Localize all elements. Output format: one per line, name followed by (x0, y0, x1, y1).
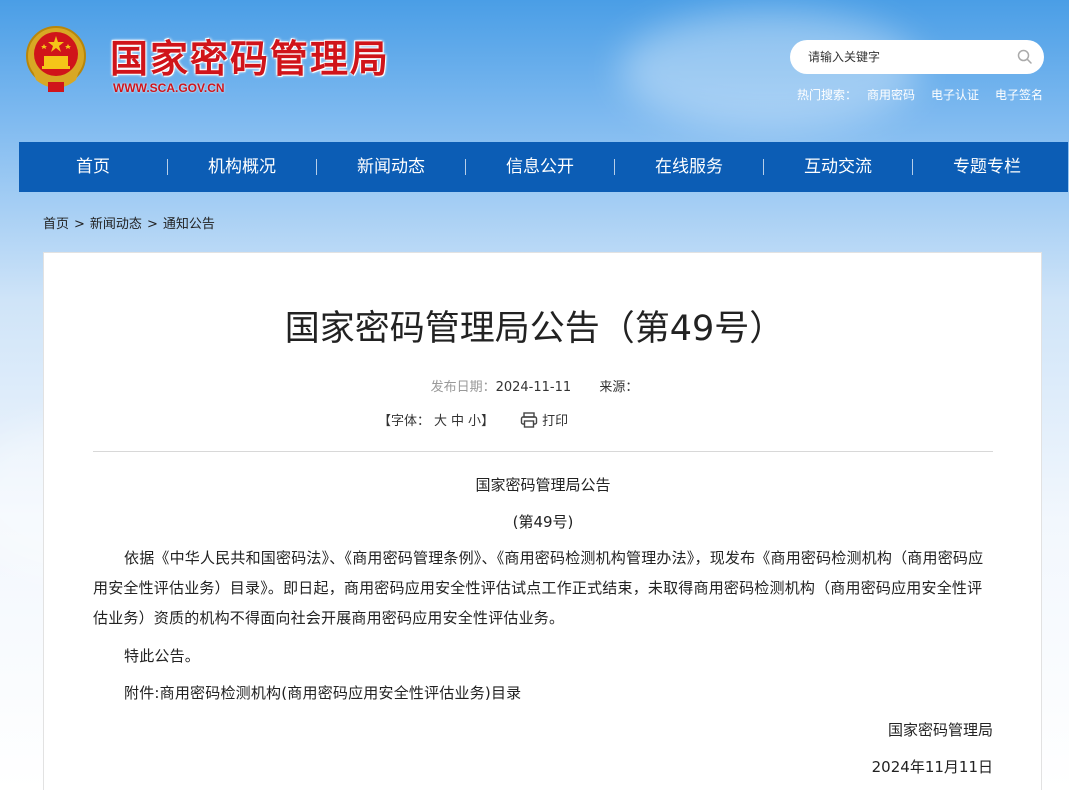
notice-paragraph: 依据《中华人民共和国密码法》、《商用密码管理条例》、《商用密码检测机构管理办法》… (93, 549, 984, 627)
hot-search-link[interactable]: 电子认证 (931, 86, 979, 103)
breadcrumb-separator: > (74, 217, 85, 232)
notice-closing: 特此公告。 (124, 647, 201, 665)
font-size-label: 【字体： (378, 414, 431, 429)
main-nav: 首页 机构概况 新闻动态 信息公开 在线服务 互动交流 专题专栏 (19, 142, 1068, 192)
print-button[interactable]: 打印 (520, 410, 568, 429)
font-size-medium[interactable]: 中 (451, 410, 464, 429)
nav-item-news[interactable]: 新闻动态 (317, 142, 465, 192)
breadcrumb: 首页 > 新闻动态 > 通知公告 (43, 213, 215, 232)
site-url[interactable]: WWW.SCA.GOV.CN (113, 81, 225, 95)
notice-number: (第49号) (512, 513, 574, 531)
nav-item-interaction[interactable]: 互动交流 (764, 142, 912, 192)
site-header: 国家密码管理局 WWW.SCA.GOV.CN 热门搜索： 商用密码 电子认证 电… (0, 0, 1069, 142)
search-icon[interactable] (1016, 48, 1034, 66)
date-label: 发布日期： (430, 380, 496, 395)
font-size-large[interactable]: 大 (434, 410, 447, 429)
hot-search-link[interactable]: 电子签名 (995, 86, 1043, 103)
nav-item-services[interactable]: 在线服务 (615, 142, 763, 192)
notice-signature: 国家密码管理局 (887, 721, 993, 739)
notice-heading: 国家密码管理局公告 (475, 476, 611, 494)
font-size-end: 】 (481, 414, 495, 429)
article-tools: 【字体： 大 中 小 】 打印 (378, 410, 568, 429)
notice-attachment[interactable]: 附件:商用密码检测机构(商用密码应用安全性评估业务)目录 (93, 678, 993, 708)
site-title[interactable]: 国家密码管理局 (110, 28, 390, 83)
nav-item-home[interactable]: 首页 (19, 142, 167, 192)
national-emblem-icon (24, 24, 88, 96)
font-size-small[interactable]: 小 (468, 410, 481, 429)
breadcrumb-news[interactable]: 新闻动态 (90, 217, 142, 232)
hot-search-label: 热门搜索： (797, 88, 858, 102)
print-label: 打印 (542, 414, 569, 429)
breadcrumb-home[interactable]: 首页 (43, 217, 69, 232)
search-input[interactable] (808, 48, 1008, 66)
nav-item-about[interactable]: 机构概况 (168, 142, 316, 192)
publish-date: 2024-11-11 (495, 380, 572, 395)
hot-search: 热门搜索： 商用密码 电子认证 电子签名 (797, 86, 1043, 103)
article-title: 国家密码管理局公告（第49号） (284, 309, 785, 349)
search-box (790, 40, 1044, 74)
article-meta: 发布日期：2024-11-11 来源： (0, 376, 1069, 395)
printer-icon (520, 411, 538, 428)
hot-search-link[interactable]: 商用密码 (867, 86, 915, 103)
breadcrumb-separator: > (146, 217, 158, 232)
nav-item-info[interactable]: 信息公开 (466, 142, 614, 192)
notice-date: 2024年11月11日 (871, 758, 993, 776)
source-label: 来源： (599, 380, 639, 395)
nav-item-topics[interactable]: 专题专栏 (913, 142, 1061, 192)
breadcrumb-notices[interactable]: 通知公告 (163, 217, 215, 232)
divider (93, 451, 993, 452)
